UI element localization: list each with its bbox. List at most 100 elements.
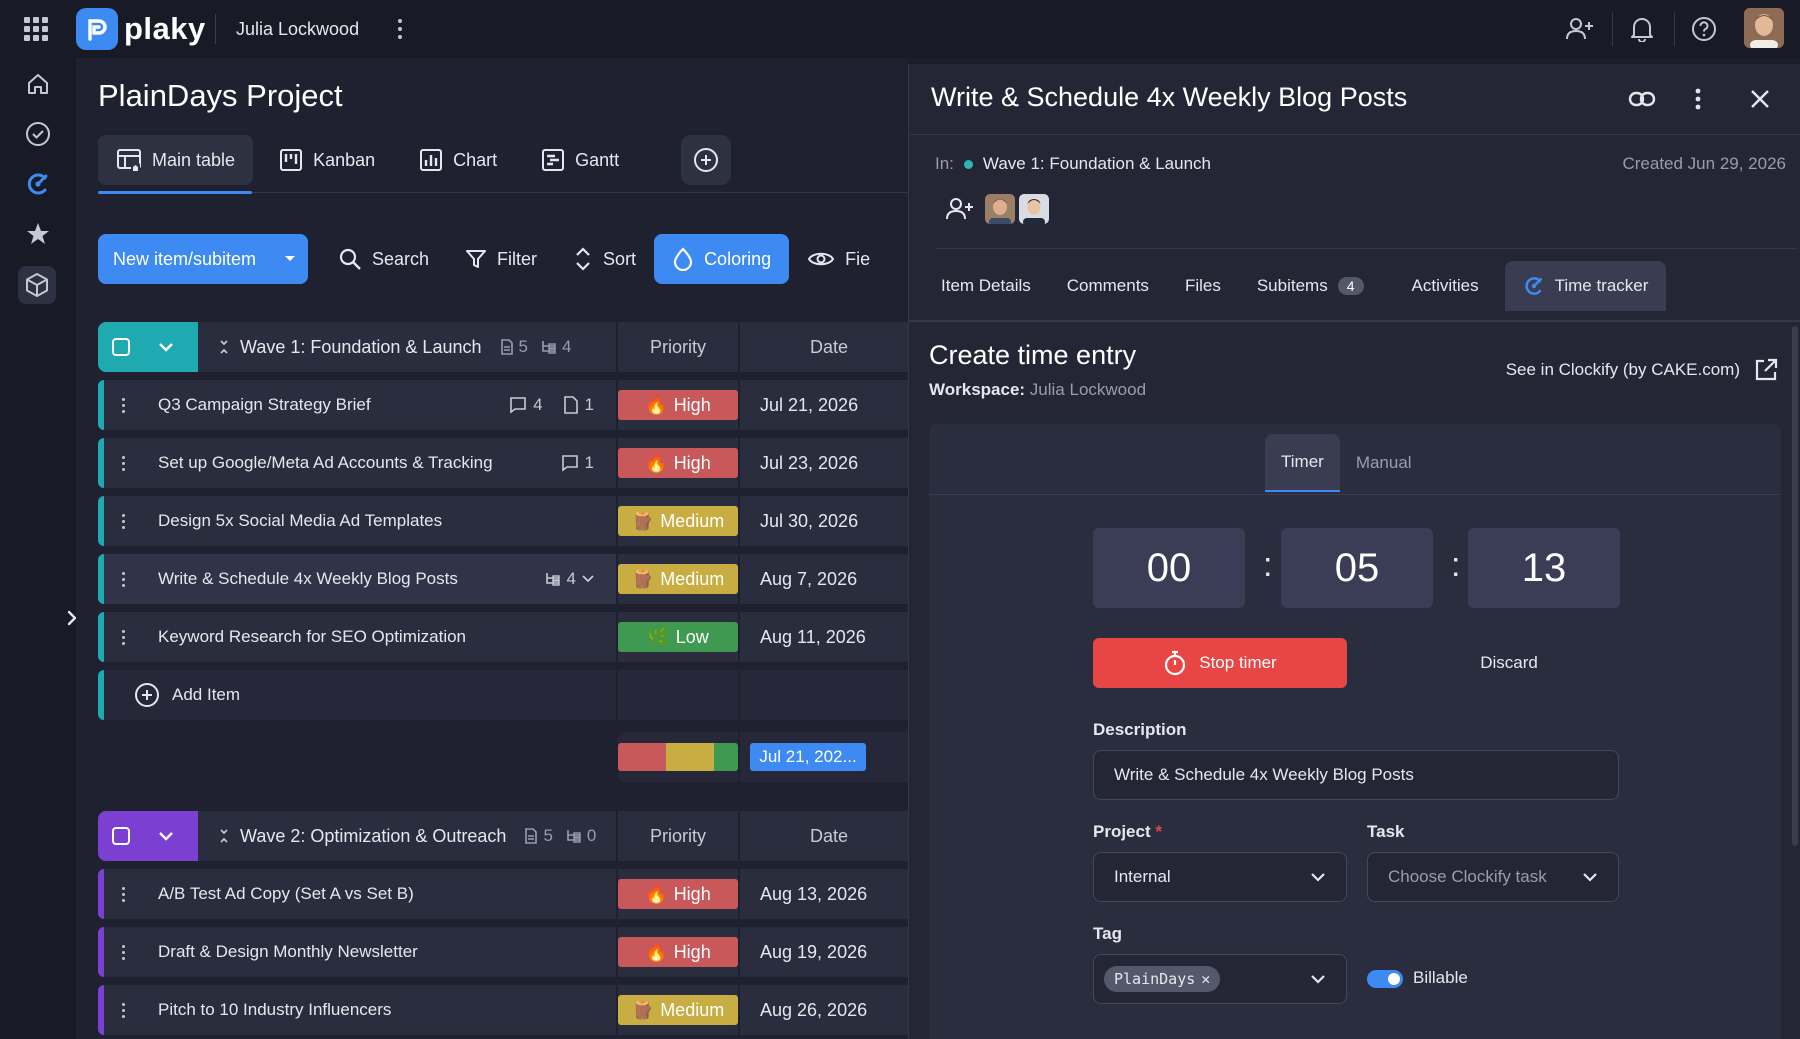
tab-files[interactable]: Files — [1167, 261, 1239, 311]
group-checkbox[interactable] — [112, 827, 130, 845]
billable-toggle[interactable] — [1367, 970, 1403, 988]
date-cell[interactable]: Aug 7, 2026 — [738, 554, 908, 604]
row-menu-icon[interactable] — [108, 1002, 138, 1018]
tab-manual[interactable]: Manual — [1340, 434, 1428, 492]
table-row[interactable]: A/B Test Ad Copy (Set A vs Set B) 🔥 High … — [98, 869, 908, 919]
stop-timer-button[interactable]: Stop timer — [1093, 638, 1347, 688]
star-icon[interactable] — [22, 218, 54, 250]
row-name-cell[interactable]: Write & Schedule 4x Weekly Blog Posts 4 — [98, 554, 616, 604]
search-button[interactable]: Search — [320, 234, 447, 284]
filter-button[interactable]: Filter — [447, 234, 555, 284]
priority-cell[interactable]: 🌿 Low — [616, 612, 738, 662]
priority-cell[interactable]: 🔥 High — [616, 380, 738, 430]
column-header-date[interactable]: Date — [738, 322, 908, 372]
chevron-down-icon[interactable] — [272, 234, 308, 284]
check-circle-icon[interactable] — [22, 118, 54, 150]
plaky-logo[interactable]: plaky — [76, 8, 206, 50]
row-menu-icon[interactable] — [108, 886, 138, 902]
panel-title[interactable]: Write & Schedule 4x Weekly Blog Posts — [931, 82, 1407, 113]
date-cell[interactable]: Jul 30, 2026 — [738, 496, 908, 546]
bell-icon[interactable] — [1627, 14, 1657, 44]
collapse-icon[interactable] — [218, 827, 230, 845]
group-title-cell[interactable]: Wave 1: Foundation & Launch 5 4 — [198, 322, 616, 372]
row-menu-icon[interactable] — [108, 571, 138, 587]
discard-button[interactable]: Discard — [1429, 638, 1589, 688]
collapse-icon[interactable] — [218, 338, 230, 356]
row-name-cell[interactable]: Q3 Campaign Strategy Brief 4 1 — [98, 380, 616, 430]
item-group-name[interactable]: Wave 1: Foundation & Launch — [983, 154, 1211, 174]
workspace-name[interactable]: Julia Lockwood — [236, 19, 359, 40]
column-header-priority[interactable]: Priority — [616, 811, 738, 861]
assignee-avatar[interactable] — [985, 194, 1015, 226]
see-in-clockify-link[interactable]: See in Clockify (by CAKE.com) — [1506, 358, 1778, 382]
row-name-cell[interactable]: A/B Test Ad Copy (Set A vs Set B) — [98, 869, 616, 919]
row-menu-icon[interactable] — [108, 944, 138, 960]
priority-cell[interactable]: 🔥 High — [616, 927, 738, 977]
tab-activities[interactable]: Activities — [1394, 261, 1497, 311]
comment-icon[interactable] — [561, 454, 579, 472]
row-name-cell[interactable]: Draft & Design Monthly Newsletter — [98, 927, 616, 977]
clockify-icon[interactable] — [22, 168, 54, 200]
project-select[interactable]: Internal — [1093, 852, 1347, 902]
tab-comments[interactable]: Comments — [1049, 261, 1167, 311]
tab-gantt[interactable]: Gantt — [523, 135, 637, 185]
link-icon[interactable] — [1627, 84, 1657, 114]
table-row[interactable]: Pitch to 10 Industry Influencers 🪵 Medium… — [98, 985, 908, 1035]
tab-kanban[interactable]: Kanban — [261, 135, 393, 185]
add-item-button[interactable]: Add Item — [98, 670, 616, 720]
comment-icon[interactable] — [509, 396, 527, 414]
date-cell[interactable]: Jul 21, 2026 — [738, 380, 908, 430]
priority-summary[interactable] — [616, 732, 738, 782]
row-name-cell[interactable]: Pitch to 10 Industry Influencers — [98, 985, 616, 1035]
row-name-cell[interactable]: Set up Google/Meta Ad Accounts & Trackin… — [98, 438, 616, 488]
row-menu-icon[interactable] — [108, 629, 138, 645]
date-cell[interactable]: Jul 23, 2026 — [738, 438, 908, 488]
help-icon[interactable] — [1689, 14, 1719, 44]
tag-select[interactable]: PlainDays ✕ — [1093, 954, 1347, 1004]
priority-cell[interactable]: 🪵 Medium — [616, 496, 738, 546]
group-checkbox[interactable] — [112, 338, 130, 356]
table-row[interactable]: Q3 Campaign Strategy Brief 4 1 🔥 High Jul… — [98, 380, 908, 430]
user-avatar[interactable] — [1744, 8, 1784, 48]
date-cell[interactable]: Aug 26, 2026 — [738, 985, 908, 1035]
sort-button[interactable]: Sort — [555, 234, 654, 284]
tab-timer[interactable]: Timer — [1265, 434, 1340, 492]
task-select[interactable]: Choose Clockify task — [1367, 852, 1619, 902]
tab-main-table[interactable]: Main table — [98, 135, 254, 185]
row-name-cell[interactable]: Design 5x Social Media Ad Templates — [98, 496, 616, 546]
add-person-icon[interactable] — [945, 197, 975, 221]
tab-subitems[interactable]: Subitems 4 — [1239, 261, 1382, 311]
tab-item-details[interactable]: Item Details — [923, 261, 1049, 311]
column-header-priority[interactable]: Priority — [616, 322, 738, 372]
table-row[interactable]: Draft & Design Monthly Newsletter 🔥 High … — [98, 927, 908, 977]
chevron-down-icon[interactable] — [582, 575, 594, 583]
row-menu-icon[interactable] — [108, 397, 138, 413]
table-row[interactable]: Set up Google/Meta Ad Accounts & Trackin… — [98, 438, 908, 488]
table-row[interactable]: Keyword Research for SEO Optimization 🌿 L… — [98, 612, 908, 662]
close-icon[interactable] — [1745, 84, 1775, 114]
row-name-cell[interactable]: Keyword Research for SEO Optimization — [98, 612, 616, 662]
table-row[interactable]: Design 5x Social Media Ad Templates 🪵 Med… — [98, 496, 908, 546]
tab-chart[interactable]: Chart — [401, 135, 515, 185]
home-icon[interactable] — [22, 68, 54, 100]
priority-cell[interactable]: 🔥 High — [616, 438, 738, 488]
date-summary[interactable]: Jul 21, 202... — [738, 732, 908, 782]
panel-scrollbar[interactable] — [1792, 326, 1798, 846]
workspace-menu-icon[interactable] — [394, 16, 406, 42]
column-header-date[interactable]: Date — [738, 811, 908, 861]
row-menu-icon[interactable] — [108, 513, 138, 529]
row-menu-icon[interactable] — [108, 455, 138, 471]
file-icon[interactable] — [563, 396, 579, 414]
description-input[interactable]: Write & Schedule 4x Weekly Blog Posts — [1093, 750, 1619, 800]
new-item-button[interactable]: New item/subitem — [98, 234, 308, 284]
row-meta[interactable]: 4 — [545, 569, 594, 589]
chevron-down-icon[interactable] — [158, 342, 174, 352]
more-options-icon[interactable] — [1683, 84, 1713, 114]
tab-time-tracker[interactable]: Time tracker — [1504, 261, 1667, 311]
date-cell[interactable]: Aug 11, 2026 — [738, 612, 908, 662]
table-row-selected[interactable]: Write & Schedule 4x Weekly Blog Posts 4 … — [98, 554, 908, 604]
assignee-avatar[interactable] — [1019, 194, 1049, 226]
chevron-down-icon[interactable] — [158, 831, 174, 841]
coloring-button[interactable]: Coloring — [654, 234, 790, 284]
priority-cell[interactable]: 🪵 Medium — [616, 554, 738, 604]
